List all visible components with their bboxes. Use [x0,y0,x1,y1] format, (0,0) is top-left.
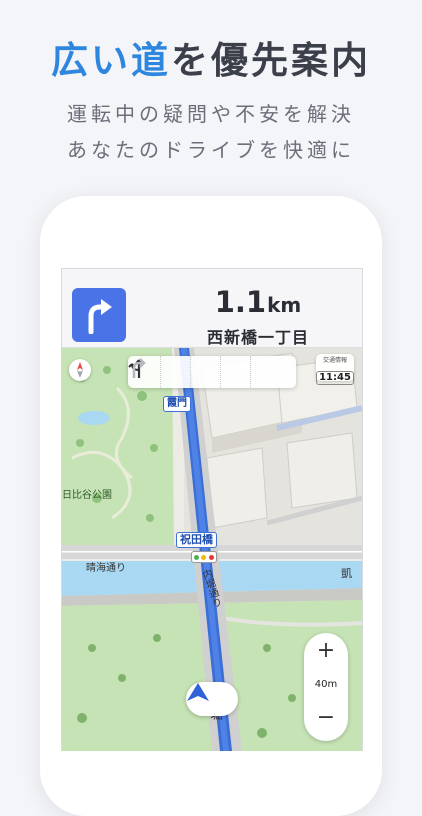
distance-unit: km [267,293,302,317]
distance-value: 1.1 [214,285,267,319]
map-view[interactable]: 交通情報 11:45 霞門 祝田橋 日比谷公園 晴海通り 内堀通り 内堀 凱 +… [62,348,362,751]
map-label-edge: 凱 [341,567,352,580]
map-label-park: 日比谷公園 [62,490,112,501]
headline: 広い道を優先案内 [0,38,422,84]
zoom-scale: 40m [314,679,338,690]
lane-guidance [128,356,296,388]
lane-right-icon [132,356,280,388]
guidance-header: 1.1km 西新橋一丁目 [62,269,362,348]
zoom-control: + 40m − [304,633,348,741]
traffic-label: 交通情報 [322,357,347,364]
turn-right-arrow-icon [72,288,126,342]
lane-right-icon [132,356,191,388]
map-label-harumi-dori: 晴海通り [86,563,126,574]
current-position-button[interactable] [186,682,238,716]
lane-right-icon [132,356,221,388]
navigation-arrow-icon [187,683,209,701]
subtitle-line-1: 運転中の疑問や不安を解決 [67,102,355,126]
guidance-info: 1.1km 西新橋一丁目 [158,285,358,348]
compass-icon[interactable] [69,359,91,381]
zoom-out-button[interactable]: − [304,703,348,737]
traffic-info-button[interactable]: 交通情報 11:45 [316,354,354,385]
subtitle-line-2: あなたのドライブを快適に [67,138,355,162]
zoom-in-button[interactable]: + [304,636,348,670]
navigation-screen: 1.1km 西新橋一丁目 交通情報 11:45 霞門 祝田橋 日比谷公園 晴海通… [61,268,363,751]
traffic-signal-icon [191,551,217,563]
distance-readout: 1.1km [158,285,358,324]
lane-right-icon [132,356,251,388]
next-intersection-name: 西新橋一丁目 [206,328,309,347]
headline-rest: を優先案内 [171,39,371,82]
road-sign-iwaibashi: 祝田橋 [176,532,217,548]
road-sign-kasumigaseki: 霞門 [163,396,191,412]
headline-accent: 広い道 [51,39,171,82]
traffic-time: 11:45 [316,371,354,385]
